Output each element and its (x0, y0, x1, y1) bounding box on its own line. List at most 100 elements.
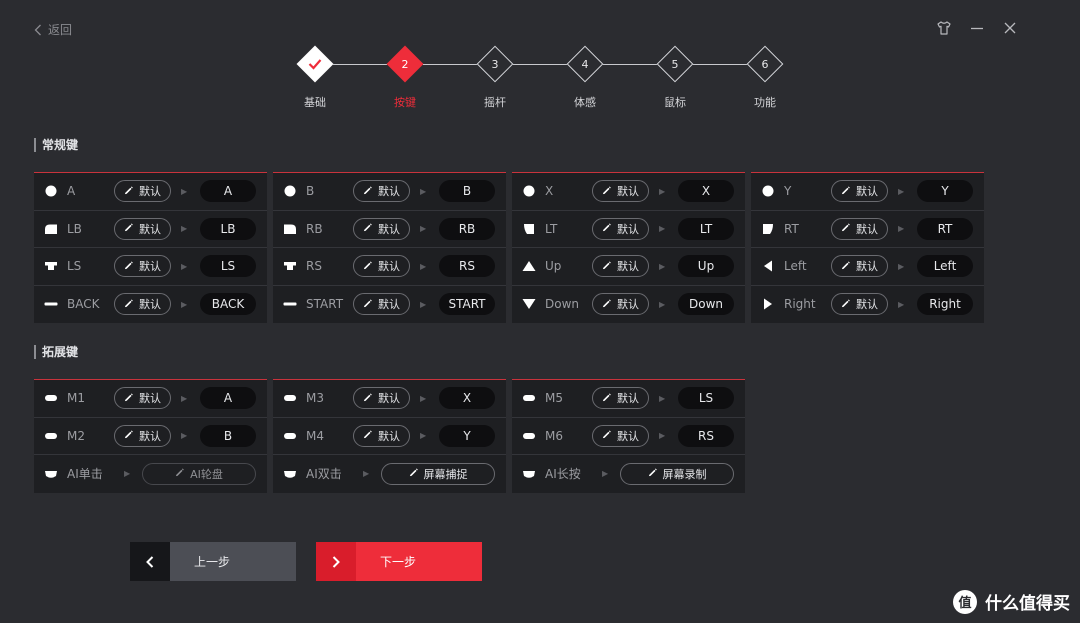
prev-step-label: 上一步 (170, 542, 296, 581)
edit-mapping-button[interactable]: 默认 (592, 293, 649, 316)
edit-mapping-button[interactable]: 默认 (592, 424, 649, 447)
step-connector (603, 64, 657, 65)
pencil-icon (363, 392, 373, 405)
mapped-value: Up (678, 255, 734, 278)
key-name: Right (784, 297, 816, 312)
edit-label: 默认 (617, 260, 639, 274)
mapped-value: A (200, 387, 256, 410)
edit-mapping-button[interactable]: 默认 (831, 180, 888, 203)
chevron-left-icon (146, 555, 154, 568)
edit-mapping-button[interactable]: 默认 (592, 217, 649, 240)
pill-icon (522, 392, 536, 404)
key-panel: X ▶ 默认 X LT ▶ 默认 LT Up ▶ 默认 Up Down ▶ 默认 Down (512, 172, 745, 323)
edit-mapping-button[interactable]: 默认 (353, 387, 410, 410)
edit-mapping-button[interactable]: 默认 (114, 255, 171, 278)
pill-icon (44, 430, 58, 442)
step-2[interactable]: 2 按键 (386, 45, 424, 109)
edit-mapping-button[interactable]: 默认 (592, 180, 649, 203)
edit-mapping-button[interactable]: 默认 (353, 180, 410, 203)
minimize-icon[interactable] (969, 20, 985, 36)
back-button[interactable]: 返回 (34, 21, 72, 38)
key-row: M5 ▶ 默认 LS (512, 380, 745, 418)
edit-label: 默认 (139, 429, 161, 443)
step-1[interactable]: 基础 (296, 45, 334, 109)
edit-mapping-button[interactable]: 默认 (831, 255, 888, 278)
step-marker: 5 (656, 45, 694, 83)
skin-icon[interactable] (936, 20, 952, 36)
edit-label: 默认 (139, 260, 161, 274)
chevron-right-icon (332, 555, 340, 568)
edit-mapping-button[interactable]: 默认 (592, 387, 649, 410)
arrow-icon: ▶ (659, 299, 666, 309)
edit-label: 屏幕捕捉 (423, 467, 468, 481)
key-panel: Y ▶ 默认 Y RT ▶ 默认 RT Left ▶ 默认 Left Right ▶ 默认 Right (751, 172, 984, 323)
triangle-down-icon (522, 298, 536, 310)
step-4[interactable]: 4 体感 (566, 45, 604, 109)
right-bumper-icon (283, 223, 297, 235)
key-name: LS (67, 259, 82, 274)
mapped-value: B (439, 180, 495, 203)
edit-mapping-button[interactable]: 默认 (353, 293, 410, 316)
edit-label: 默认 (617, 392, 639, 406)
step-3[interactable]: 3 摇杆 (476, 45, 514, 109)
edit-label: 默认 (139, 392, 161, 406)
key-name: Down (545, 297, 580, 312)
mapped-value: LT (678, 217, 734, 240)
arrow-icon: ▶ (420, 186, 427, 196)
key-row: Left ▶ 默认 Left (751, 248, 984, 286)
key-name: M2 (67, 428, 85, 443)
edit-mapping-button[interactable]: 默认 (353, 255, 410, 278)
edit-mapping-button[interactable]: 默认 (114, 387, 171, 410)
arrow-icon: ▶ (602, 469, 609, 479)
arrow-icon: ▶ (420, 224, 427, 234)
edit-mapping-button[interactable]: 默认 (831, 293, 888, 316)
edit-mapping-button[interactable]: 默认 (353, 217, 410, 240)
edit-mapping-button[interactable]: 默认 (114, 424, 171, 447)
key-row: BACK ▶ 默认 BACK (34, 286, 267, 324)
chevron-left-icon (34, 24, 41, 35)
key-row: LT ▶ 默认 LT (512, 211, 745, 248)
pencil-icon (124, 222, 134, 235)
bar-icon (283, 298, 297, 310)
edit-mapping-button[interactable]: 默认 (831, 217, 888, 240)
key-row: M1 ▶ 默认 A (34, 380, 267, 418)
watermark-text: 什么值得买 (985, 594, 1070, 614)
edit-mapping-button[interactable]: 默认 (114, 217, 171, 240)
edit-mapping-button[interactable]: 默认 (114, 180, 171, 203)
arrow-icon: ▶ (898, 261, 905, 271)
step-5[interactable]: 5 鼠标 (656, 45, 694, 109)
close-icon[interactable] (1002, 20, 1018, 36)
next-step-button[interactable]: 下一步 (316, 542, 482, 581)
arrow-icon: ▶ (363, 469, 370, 479)
arrow-icon: ▶ (420, 261, 427, 271)
arrow-icon: ▶ (181, 431, 188, 441)
pencil-icon (363, 222, 373, 235)
ai-key-icon (522, 468, 536, 480)
pencil-icon (175, 467, 185, 480)
watermark-logo: 值 (953, 589, 977, 614)
prev-step-button[interactable]: 上一步 (130, 542, 296, 581)
edit-mapping-button[interactable]: 默认 (353, 424, 410, 447)
key-row: LB ▶ 默认 LB (34, 211, 267, 248)
key-name: BACK (67, 297, 100, 312)
mapped-value: X (678, 180, 734, 203)
edit-mapping-button[interactable]: 屏幕捕捉 (381, 462, 495, 485)
mapped-value: LS (200, 255, 256, 278)
edit-mapping-button[interactable]: 屏幕录制 (620, 462, 734, 485)
key-row: B ▶ 默认 B (273, 173, 506, 211)
edit-label: 默认 (856, 298, 878, 312)
edit-mapping-button[interactable]: 默认 (592, 255, 649, 278)
arrow-icon: ▶ (420, 393, 427, 403)
pencil-icon (841, 185, 851, 198)
arrow-icon: ▶ (898, 299, 905, 309)
mapped-value: Y (917, 180, 973, 203)
edit-mapping-button[interactable]: 默认 (114, 293, 171, 316)
step-label: 体感 (574, 96, 596, 109)
step-6[interactable]: 6 功能 (746, 45, 784, 109)
arrow-icon: ▶ (898, 186, 905, 196)
pencil-icon (363, 298, 373, 311)
edit-label: 默认 (617, 185, 639, 199)
key-name: A (67, 184, 76, 199)
pencil-icon (602, 298, 612, 311)
key-panel: M5 ▶ 默认 LS M6 ▶ 默认 RS AI长按 ▶ 屏幕录制 (512, 379, 745, 493)
